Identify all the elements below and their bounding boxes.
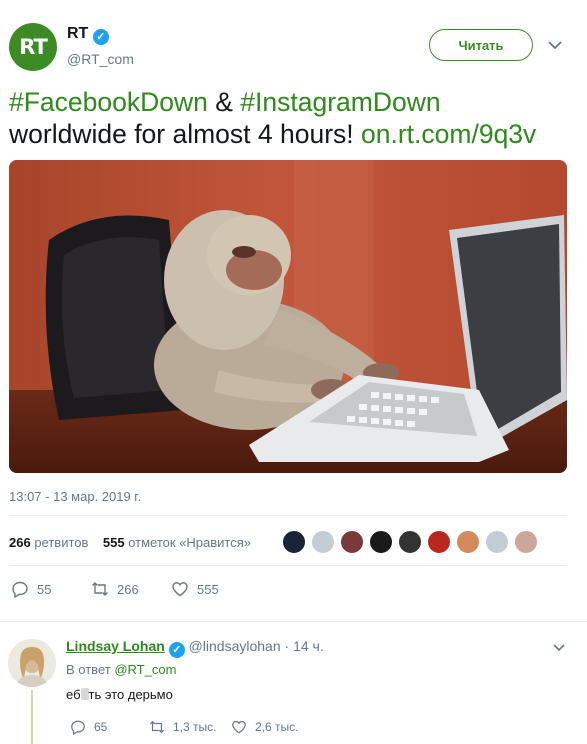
- reply-retweet-count: 1,3 тыс.: [173, 720, 217, 734]
- reply-time[interactable]: · 14 ч.: [285, 638, 324, 654]
- like-stat[interactable]: 555 отметок «Нравится»: [103, 535, 251, 550]
- liker-avatar[interactable]: [282, 530, 306, 554]
- author-name[interactable]: RT: [67, 25, 88, 42]
- divider: [9, 515, 567, 516]
- reply-like-action[interactable]: 2,6 тыс.: [231, 719, 298, 735]
- reply-action[interactable]: 55: [11, 580, 51, 598]
- like-count: 555: [197, 581, 219, 597]
- liker-avatar[interactable]: [427, 530, 451, 554]
- reply-text-rest: ть это дерьмо: [88, 687, 173, 702]
- retweet-icon: [92, 582, 108, 596]
- likes-label: отметок «Нравится»: [128, 535, 252, 550]
- reply-reply-action[interactable]: 65: [70, 719, 107, 735]
- censor-mark: [80, 688, 89, 700]
- like-icon: [172, 582, 188, 597]
- liker-avatar[interactable]: [340, 530, 364, 554]
- retweet-icon: [149, 720, 165, 734]
- reply-author-name[interactable]: Lindsay Lohan: [66, 638, 165, 654]
- reply-author-row[interactable]: Lindsay Lohan ✓ @lindsaylohan · 14 ч.: [66, 638, 324, 658]
- reply-text-start: еб: [66, 687, 81, 702]
- lohan-avatar[interactable]: [8, 639, 56, 687]
- rt-logo-text: RT: [19, 35, 48, 59]
- liker-avatar[interactable]: [369, 530, 393, 554]
- chevron-down-icon[interactable]: [552, 640, 566, 654]
- follow-button[interactable]: Читать: [429, 29, 533, 61]
- like-icon: [232, 720, 246, 734]
- reply-reply-count: 65: [94, 720, 108, 734]
- liker-avatar[interactable]: [514, 530, 538, 554]
- reply-prefix: В ответ: [66, 662, 115, 677]
- reply-to-handle[interactable]: @RT_com: [114, 662, 176, 677]
- like-action[interactable]: 555: [171, 580, 219, 598]
- reply-text: еб ть это дерьмо: [66, 687, 173, 702]
- tweet-link[interactable]: on.rt.com/9q3v: [361, 119, 536, 149]
- author-handle[interactable]: @RT_com: [67, 51, 134, 67]
- liker-avatar[interactable]: [311, 530, 335, 554]
- verified-icon: ✓: [92, 28, 109, 45]
- tweet-text: #FacebookDown & #InstagramDown worldwide…: [9, 86, 584, 150]
- retweet-count: 266: [117, 581, 139, 597]
- retweets-label: ретвитов: [34, 535, 89, 550]
- reply-icon: [71, 720, 85, 735]
- thread-line: [31, 690, 33, 744]
- liker-avatar[interactable]: [456, 530, 480, 554]
- avatar-portrait: [8, 639, 56, 687]
- tweet-stats: 266 ретвитов 555 отметок «Нравится»: [9, 535, 251, 550]
- reply-count: 55: [37, 581, 52, 597]
- chevron-down-icon[interactable]: [546, 36, 564, 54]
- rt-avatar[interactable]: RT: [9, 23, 57, 71]
- retweets-count: 266: [9, 535, 31, 550]
- likes-count: 555: [102, 535, 125, 550]
- verified-icon: ✓: [168, 641, 185, 658]
- reply-author-handle[interactable]: @lindsaylohan: [189, 638, 281, 654]
- tweet-timestamp[interactable]: 13:07 - 13 мар. 2019 г.: [9, 489, 141, 504]
- hashtag-instagramdown[interactable]: #InstagramDown: [240, 87, 440, 117]
- retweet-stat[interactable]: 266 ретвитов: [9, 535, 88, 550]
- retweet-action[interactable]: 266: [91, 580, 139, 598]
- liker-avatar[interactable]: [398, 530, 422, 554]
- hashtag-facebookdown[interactable]: #FacebookDown: [9, 87, 208, 117]
- reply-retweet-action[interactable]: 1,3 тыс.: [149, 719, 216, 735]
- reply-icon: [12, 581, 28, 598]
- amp-text: &: [207, 87, 241, 117]
- tweet-text-line2: worldwide for almost 4 hours!: [9, 119, 362, 149]
- reply-to-line: В ответ @RT_com: [66, 662, 176, 677]
- divider: [0, 621, 587, 622]
- reply-like-count: 2,6 тыс.: [255, 720, 299, 734]
- author-name-row[interactable]: RT ✓: [67, 25, 109, 45]
- divider: [9, 565, 567, 566]
- monkey-laptop-image: [9, 160, 567, 473]
- tweet-media-gif[interactable]: [9, 160, 567, 473]
- liker-avatar[interactable]: [485, 530, 509, 554]
